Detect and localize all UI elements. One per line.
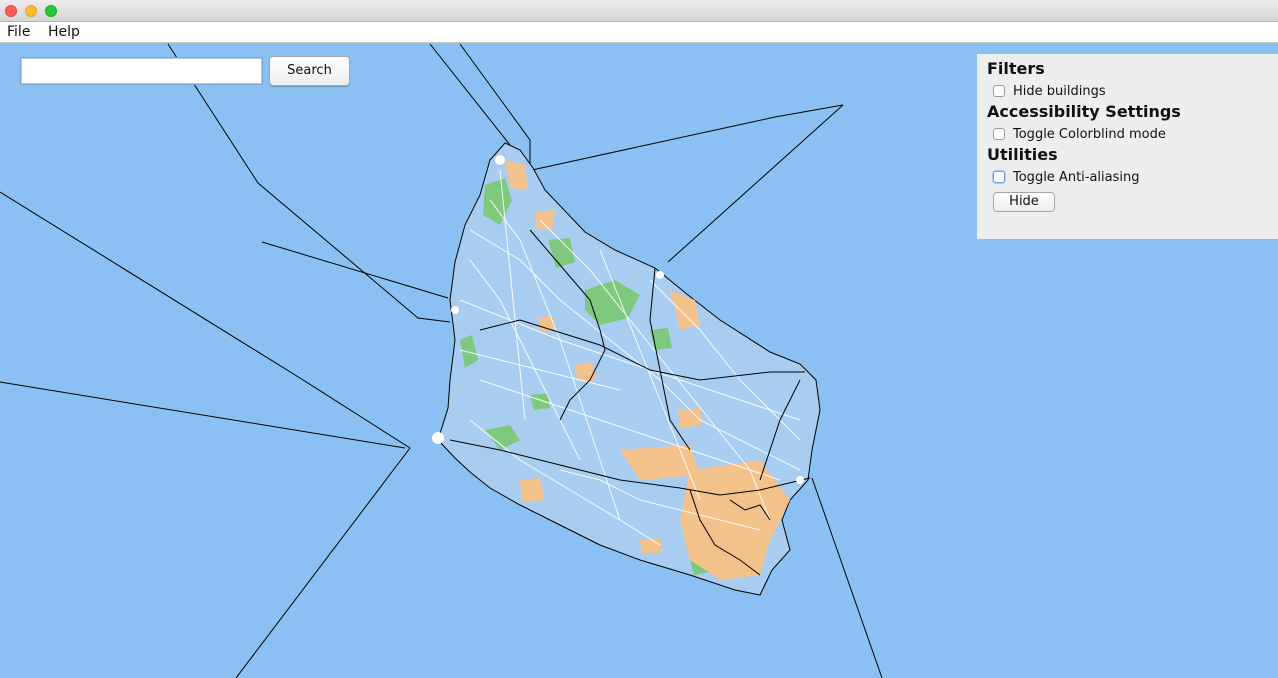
antialias-checkbox[interactable] xyxy=(993,171,1005,183)
utilities-title: Utilities xyxy=(987,145,1058,164)
window-titlebar xyxy=(0,0,1278,22)
menu-file[interactable]: File xyxy=(7,24,30,40)
menu-help[interactable]: Help xyxy=(48,24,80,40)
filters-title: Filters xyxy=(987,59,1045,78)
window-maximize-button[interactable] xyxy=(45,5,57,17)
colorblind-checkbox[interactable] xyxy=(993,128,1005,140)
window-minimize-button[interactable] xyxy=(25,5,37,17)
search-input[interactable] xyxy=(20,57,263,85)
antialias-label: Toggle Anti-aliasing xyxy=(1013,169,1140,185)
search-button[interactable]: Search xyxy=(269,56,350,86)
antialias-row[interactable]: Toggle Anti-aliasing xyxy=(993,169,1140,185)
window-close-button[interactable] xyxy=(5,5,17,17)
hide-panel-button[interactable]: Hide xyxy=(993,192,1055,212)
settings-panel: Filters Hide buildings Accessibility Set… xyxy=(977,54,1278,239)
hide-buildings-label: Hide buildings xyxy=(1013,83,1106,99)
hide-buildings-checkbox[interactable] xyxy=(993,85,1005,97)
colorblind-label: Toggle Colorblind mode xyxy=(1013,126,1166,142)
accessibility-title: Accessibility Settings xyxy=(987,102,1181,121)
hide-buildings-row[interactable]: Hide buildings xyxy=(993,83,1106,99)
colorblind-row[interactable]: Toggle Colorblind mode xyxy=(993,126,1166,142)
menu-bar: File Help xyxy=(0,22,1278,43)
